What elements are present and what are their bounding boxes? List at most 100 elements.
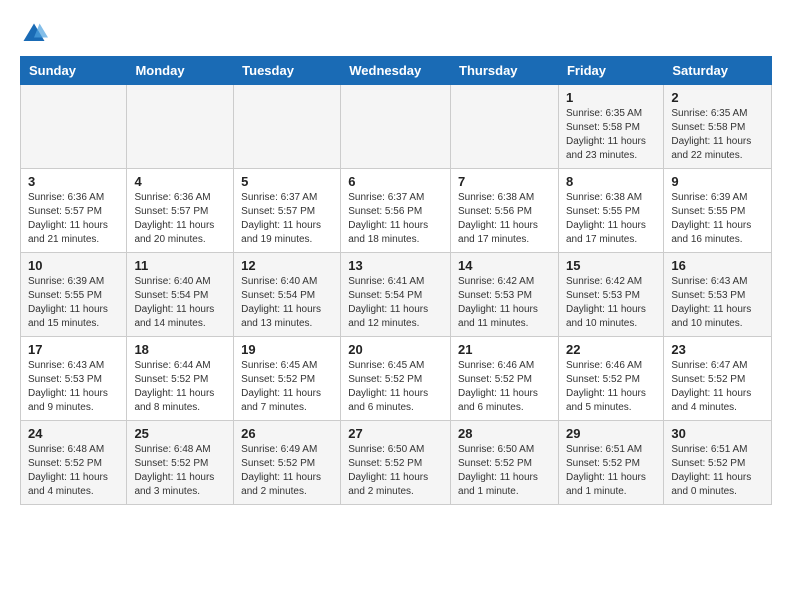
day-number: 14 — [458, 258, 551, 273]
calendar-day-cell: 13 Sunrise: 6:41 AM Sunset: 5:54 PM Dayli… — [341, 253, 451, 337]
day-info: Sunrise: 6:49 AM Sunset: 5:52 PM Dayligh… — [241, 443, 333, 499]
day-number: 2 — [671, 90, 764, 105]
day-info: Sunrise: 6:46 AM Sunset: 5:52 PM Dayligh… — [566, 359, 656, 415]
calendar-day-cell — [341, 85, 451, 169]
header — [20, 16, 772, 48]
day-number: 8 — [566, 174, 656, 189]
day-info: Sunrise: 6:38 AM Sunset: 5:55 PM Dayligh… — [566, 191, 656, 247]
calendar-day-cell: 17 Sunrise: 6:43 AM Sunset: 5:53 PM Dayli… — [21, 337, 127, 421]
day-number: 18 — [134, 342, 226, 357]
day-info: Sunrise: 6:51 AM Sunset: 5:52 PM Dayligh… — [566, 443, 656, 499]
day-info: Sunrise: 6:50 AM Sunset: 5:52 PM Dayligh… — [348, 443, 443, 499]
calendar-week-row: 24 Sunrise: 6:48 AM Sunset: 5:52 PM Dayli… — [21, 421, 772, 505]
calendar-day-cell: 21 Sunrise: 6:46 AM Sunset: 5:52 PM Dayli… — [451, 337, 559, 421]
day-number: 1 — [566, 90, 656, 105]
day-info: Sunrise: 6:45 AM Sunset: 5:52 PM Dayligh… — [348, 359, 443, 415]
day-number: 11 — [134, 258, 226, 273]
day-number: 10 — [28, 258, 119, 273]
day-info: Sunrise: 6:35 AM Sunset: 5:58 PM Dayligh… — [566, 107, 656, 163]
calendar-day-cell: 19 Sunrise: 6:45 AM Sunset: 5:52 PM Dayli… — [234, 337, 341, 421]
calendar-day-cell: 22 Sunrise: 6:46 AM Sunset: 5:52 PM Dayli… — [558, 337, 663, 421]
calendar-day-cell — [127, 85, 234, 169]
day-number: 17 — [28, 342, 119, 357]
day-number: 22 — [566, 342, 656, 357]
day-info: Sunrise: 6:46 AM Sunset: 5:52 PM Dayligh… — [458, 359, 551, 415]
day-info: Sunrise: 6:39 AM Sunset: 5:55 PM Dayligh… — [671, 191, 764, 247]
day-number: 12 — [241, 258, 333, 273]
day-number: 4 — [134, 174, 226, 189]
day-number: 15 — [566, 258, 656, 273]
day-number: 13 — [348, 258, 443, 273]
day-number: 21 — [458, 342, 551, 357]
day-number: 5 — [241, 174, 333, 189]
day-info: Sunrise: 6:48 AM Sunset: 5:52 PM Dayligh… — [28, 443, 119, 499]
calendar-day-cell: 3 Sunrise: 6:36 AM Sunset: 5:57 PM Daylig… — [21, 169, 127, 253]
calendar-week-row: 17 Sunrise: 6:43 AM Sunset: 5:53 PM Dayli… — [21, 337, 772, 421]
calendar-day-cell: 26 Sunrise: 6:49 AM Sunset: 5:52 PM Dayli… — [234, 421, 341, 505]
day-number: 28 — [458, 426, 551, 441]
day-info: Sunrise: 6:42 AM Sunset: 5:53 PM Dayligh… — [458, 275, 551, 331]
day-info: Sunrise: 6:36 AM Sunset: 5:57 PM Dayligh… — [134, 191, 226, 247]
calendar-day-cell: 12 Sunrise: 6:40 AM Sunset: 5:54 PM Dayli… — [234, 253, 341, 337]
day-info: Sunrise: 6:35 AM Sunset: 5:58 PM Dayligh… — [671, 107, 764, 163]
day-info: Sunrise: 6:42 AM Sunset: 5:53 PM Dayligh… — [566, 275, 656, 331]
day-number: 19 — [241, 342, 333, 357]
calendar-day-cell: 4 Sunrise: 6:36 AM Sunset: 5:57 PM Daylig… — [127, 169, 234, 253]
calendar-day-cell — [234, 85, 341, 169]
calendar-header-row: SundayMondayTuesdayWednesdayThursdayFrid… — [21, 57, 772, 85]
calendar-day-cell: 2 Sunrise: 6:35 AM Sunset: 5:58 PM Daylig… — [664, 85, 772, 169]
day-of-week-header: Tuesday — [234, 57, 341, 85]
day-info: Sunrise: 6:43 AM Sunset: 5:53 PM Dayligh… — [671, 275, 764, 331]
day-info: Sunrise: 6:40 AM Sunset: 5:54 PM Dayligh… — [134, 275, 226, 331]
day-info: Sunrise: 6:45 AM Sunset: 5:52 PM Dayligh… — [241, 359, 333, 415]
calendar-day-cell: 28 Sunrise: 6:50 AM Sunset: 5:52 PM Dayli… — [451, 421, 559, 505]
calendar-day-cell — [21, 85, 127, 169]
calendar-day-cell: 5Sunrise: 6:37 AM Sunset: 5:57 PM Daylig… — [234, 169, 341, 253]
calendar-day-cell: 23Sunrise: 6:47 AM Sunset: 5:52 PM Dayli… — [664, 337, 772, 421]
day-number: 29 — [566, 426, 656, 441]
calendar-day-cell: 18 Sunrise: 6:44 AM Sunset: 5:52 PM Dayli… — [127, 337, 234, 421]
day-number: 3 — [28, 174, 119, 189]
calendar-day-cell: 29 Sunrise: 6:51 AM Sunset: 5:52 PM Dayli… — [558, 421, 663, 505]
calendar-day-cell: 20 Sunrise: 6:45 AM Sunset: 5:52 PM Dayli… — [341, 337, 451, 421]
calendar-week-row: 1 Sunrise: 6:35 AM Sunset: 5:58 PM Daylig… — [21, 85, 772, 169]
calendar-day-cell: 30 Sunrise: 6:51 AM Sunset: 5:52 PM Dayli… — [664, 421, 772, 505]
day-info: Sunrise: 6:50 AM Sunset: 5:52 PM Dayligh… — [458, 443, 551, 499]
day-info: Sunrise: 6:36 AM Sunset: 5:57 PM Dayligh… — [28, 191, 119, 247]
day-of-week-header: Sunday — [21, 57, 127, 85]
day-number: 23 — [671, 342, 764, 357]
calendar-day-cell: 16Sunrise: 6:43 AM Sunset: 5:53 PM Dayli… — [664, 253, 772, 337]
day-info: Sunrise: 6:51 AM Sunset: 5:52 PM Dayligh… — [671, 443, 764, 499]
day-info: Sunrise: 6:48 AM Sunset: 5:52 PM Dayligh… — [134, 443, 226, 499]
logo-icon — [20, 20, 48, 48]
calendar-day-cell: 11 Sunrise: 6:40 AM Sunset: 5:54 PM Dayli… — [127, 253, 234, 337]
day-number: 25 — [134, 426, 226, 441]
calendar-day-cell: 6 Sunrise: 6:37 AM Sunset: 5:56 PM Daylig… — [341, 169, 451, 253]
day-info: Sunrise: 6:38 AM Sunset: 5:56 PM Dayligh… — [458, 191, 551, 247]
day-info: Sunrise: 6:41 AM Sunset: 5:54 PM Dayligh… — [348, 275, 443, 331]
calendar-week-row: 3 Sunrise: 6:36 AM Sunset: 5:57 PM Daylig… — [21, 169, 772, 253]
day-of-week-header: Saturday — [664, 57, 772, 85]
day-number: 24 — [28, 426, 119, 441]
day-info: Sunrise: 6:44 AM Sunset: 5:52 PM Dayligh… — [134, 359, 226, 415]
calendar-day-cell: 7Sunrise: 6:38 AM Sunset: 5:56 PM Daylig… — [451, 169, 559, 253]
calendar-day-cell: 15 Sunrise: 6:42 AM Sunset: 5:53 PM Dayli… — [558, 253, 663, 337]
day-number: 20 — [348, 342, 443, 357]
day-number: 6 — [348, 174, 443, 189]
day-number: 27 — [348, 426, 443, 441]
calendar-day-cell: 27 Sunrise: 6:50 AM Sunset: 5:52 PM Dayli… — [341, 421, 451, 505]
calendar-week-row: 10 Sunrise: 6:39 AM Sunset: 5:55 PM Dayli… — [21, 253, 772, 337]
day-of-week-header: Thursday — [451, 57, 559, 85]
logo — [20, 20, 52, 48]
day-of-week-header: Friday — [558, 57, 663, 85]
day-of-week-header: Wednesday — [341, 57, 451, 85]
day-info: Sunrise: 6:39 AM Sunset: 5:55 PM Dayligh… — [28, 275, 119, 331]
calendar-day-cell: 14 Sunrise: 6:42 AM Sunset: 5:53 PM Dayli… — [451, 253, 559, 337]
day-info: Sunrise: 6:43 AM Sunset: 5:53 PM Dayligh… — [28, 359, 119, 415]
day-info: Sunrise: 6:37 AM Sunset: 5:56 PM Dayligh… — [348, 191, 443, 247]
day-number: 9 — [671, 174, 764, 189]
day-number: 30 — [671, 426, 764, 441]
day-number: 26 — [241, 426, 333, 441]
day-info: Sunrise: 6:40 AM Sunset: 5:54 PM Dayligh… — [241, 275, 333, 331]
calendar-day-cell: 25 Sunrise: 6:48 AM Sunset: 5:52 PM Dayli… — [127, 421, 234, 505]
